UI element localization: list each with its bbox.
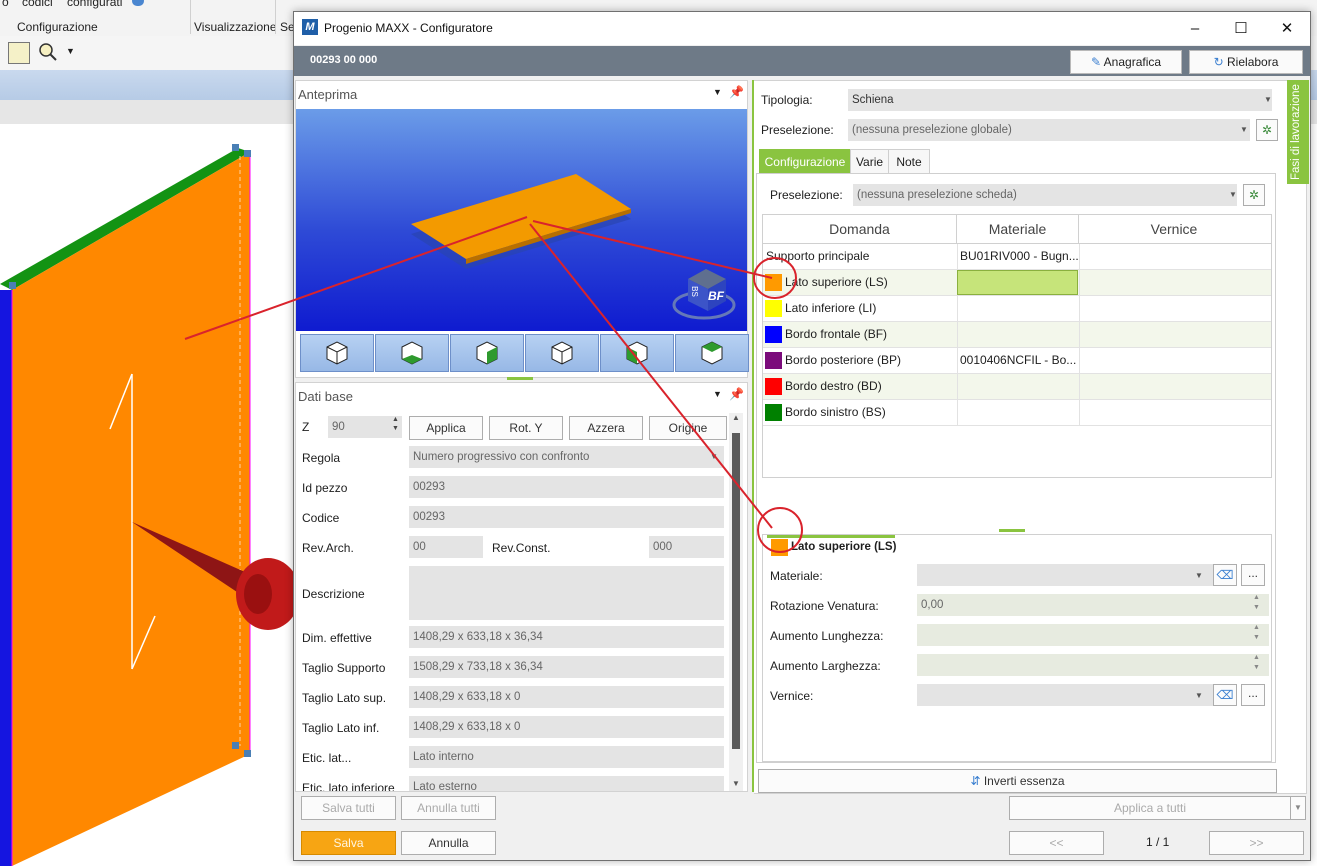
annotation-overlay	[184, 216, 803, 553]
annotation-circle	[753, 257, 797, 299]
annotation-circle	[757, 507, 803, 553]
annotation-line	[184, 216, 528, 340]
annotation-line	[532, 220, 773, 279]
